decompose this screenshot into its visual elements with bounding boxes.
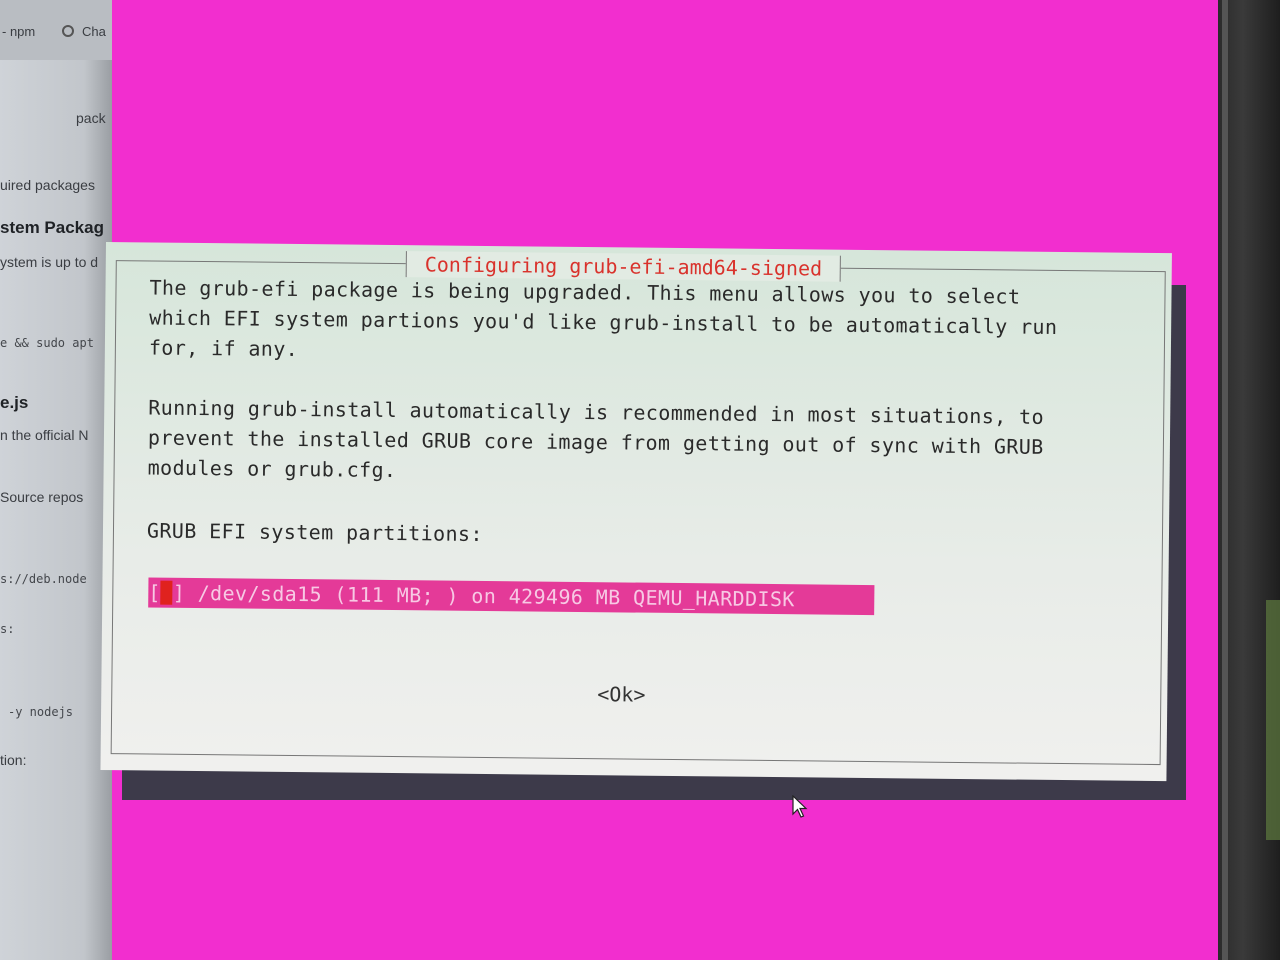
checkbox-open-bracket: [	[148, 580, 161, 605]
mouse-pointer-icon	[792, 795, 808, 818]
doc-text-tion: tion:	[0, 752, 27, 768]
background-plant	[1266, 600, 1280, 840]
doc-text-pack: pack	[76, 110, 106, 126]
partition-option-label: ] /dev/sda15 (111 MB; ) on 429496 MB QEM…	[172, 580, 795, 612]
doc-text-source-repos: Source repos	[0, 489, 84, 505]
browser-tab-chat[interactable]: Cha	[62, 24, 106, 39]
checkbox-cursor[interactable]	[160, 580, 173, 605]
doc-code-apt-command: e && sudo apt	[0, 336, 94, 350]
browser-tab-chat-label: Cha	[82, 24, 106, 39]
ok-button[interactable]: <Ok>	[597, 679, 645, 710]
debconf-dialog: Configuring grub-efi-amd64-signed The gr…	[100, 242, 1172, 782]
chat-icon	[62, 25, 74, 37]
doc-code-install-nodejs: -y nodejs	[8, 705, 74, 719]
doc-code-s: s:	[0, 622, 15, 636]
doc-text-official: n the official N	[0, 427, 89, 443]
monitor-bezel	[1218, 0, 1280, 960]
bezel-edge	[1222, 0, 1228, 960]
description-paragraph-1: The grub-efi package is being upgraded. …	[148, 275, 1058, 362]
background-browser-window: - npm Cha pack uired packages stem Packa…	[0, 0, 120, 960]
doc-heading-system-packages: stem Packag	[0, 218, 104, 237]
description-paragraph-2: Running grub-install automatically is re…	[147, 395, 1045, 483]
doc-text-required-packages: uired packages	[0, 177, 95, 193]
doc-heading-nodejs: e.js	[0, 393, 29, 412]
doc-text-up-to-date: ystem is up to d	[0, 254, 99, 270]
browser-tab-npm[interactable]: - npm	[2, 24, 35, 39]
doc-code-deb-node: s://deb.node	[0, 572, 87, 586]
photo-of-monitor: - npm Cha pack uired packages stem Packa…	[0, 0, 1280, 960]
